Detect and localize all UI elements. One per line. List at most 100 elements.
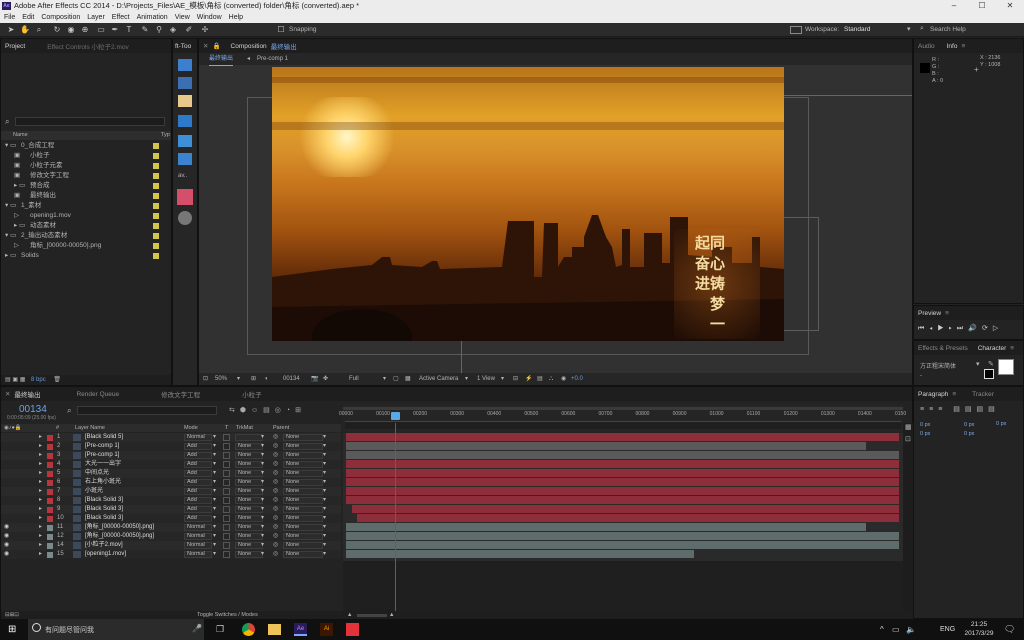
chevron-down-icon[interactable]: ▾ [213,550,216,559]
av-icon[interactable]: av.. [178,173,187,179]
layer-label-swatch[interactable] [47,552,53,558]
track-matte-select[interactable]: None [235,443,263,450]
preserve-transparency-checkbox[interactable] [223,461,230,468]
visibility-eye-icon[interactable]: ◉ [4,550,9,559]
fast-previews-icon[interactable]: ⚡ [525,373,532,385]
chevron-down-icon[interactable]: ▾ [323,541,326,550]
expand-layer-icon[interactable]: ▸ [39,532,42,541]
brush-tool-icon[interactable]: ✎ [140,25,150,35]
blend-mode-select[interactable]: Add [184,470,212,477]
chevron-down-icon[interactable]: ▾ [261,505,264,514]
fill-color-swatch[interactable] [998,359,1014,375]
blend-mode-select[interactable]: Normal [184,551,212,558]
visibility-eye-icon[interactable]: ◉ [4,541,9,550]
play-icon[interactable]: ▶ [937,325,948,332]
project-item-folder[interactable]: ▸ ▭ 动态素材 [1,221,171,231]
track-matte-select[interactable]: None [235,479,263,486]
justify-right-icon[interactable]: ▤ [977,406,989,413]
magnification-select[interactable]: 50% [215,373,227,385]
menu-help[interactable]: Help [229,12,243,23]
preserve-transparency-checkbox[interactable] [223,551,230,558]
puppet-tool-icon[interactable]: ✢ [200,25,210,35]
chevron-down-icon[interactable]: ▾ [323,550,326,559]
layer-name[interactable]: 中间点光 [85,469,109,478]
breadcrumb-final-output[interactable]: 最终输出 [209,53,234,66]
chevron-down-icon[interactable]: ▾ [323,433,326,442]
layer-duration-bar[interactable] [346,469,899,477]
timeline-search-input[interactable] [77,406,217,415]
pick-whip-icon[interactable]: ◎ [273,433,278,442]
blend-mode-select[interactable]: Add [184,488,212,495]
transparency-grid-icon[interactable]: ▦ [405,373,411,385]
layer-row[interactable]: ◉ ▸ 15 [opening1.mov] Normal ▾ None ▾ ◎ None ▾ [1,550,341,559]
layer-row[interactable]: ◉ ▸ 14 [小粒子2.mov] Normal ▾ None ▾ ◎ None ▾ [1,541,341,550]
expand-layer-icon[interactable]: ▸ [39,541,42,550]
project-item-comp[interactable]: ▣ 小粒子 [1,151,171,161]
tab-info[interactable]: Info [947,43,958,50]
frame-blend-icon[interactable]: ▤ [263,407,275,414]
folder-toggle-icon[interactable]: ▸ ▭ [14,181,25,191]
time-ruler[interactable]: 00000 00100 00200 00300 00400 00500 00600 00700… [339,404,906,432]
chevron-down-icon[interactable]: ▾ [501,373,504,385]
after-effects-taskbar-icon[interactable]: Ae [294,623,307,636]
chevron-down-icon[interactable]: ▾ [261,532,264,541]
layer-row[interactable]: ▸ 9 [Black Solid 3] Add ▾ None ▾ ◎ None ▾ [1,505,341,514]
layer-duration-bar[interactable] [346,460,899,468]
project-item-folder[interactable]: ▸ ▭ Solids [1,251,171,261]
preserve-transparency-checkbox[interactable] [223,524,230,531]
eraser-tool-icon[interactable]: ◈ [168,25,178,35]
tab-timeline-particles[interactable]: 小粒子 [242,389,262,399]
timeline-icon[interactable]: ▤ [537,373,543,385]
chevron-down-icon[interactable]: ▾ [261,469,264,478]
pick-whip-icon[interactable]: ◎ [273,550,278,559]
blend-mode-select[interactable]: Add [184,506,212,513]
parent-select[interactable]: None [283,515,323,522]
reset-exposure-icon[interactable]: ◉ [561,373,566,385]
system-clock[interactable]: 21:25 2017/3/29 [962,620,996,638]
blend-mode-select[interactable]: Add [184,452,212,459]
layer-duration-bar[interactable] [346,442,866,450]
last-frame-icon[interactable]: ⏭ [957,325,968,332]
parent-select[interactable]: None [283,506,323,513]
exposure-value[interactable]: +0.0 [571,373,583,385]
tab-timeline-text[interactable]: 修改文字工程 [161,389,200,399]
track-matte-select[interactable]: None [235,533,263,540]
track-matte-select[interactable]: None [235,542,263,549]
grid-icon[interactable] [178,115,192,127]
pick-whip-icon[interactable]: ◎ [273,460,278,469]
justify-all-icon[interactable]: ▤ [988,406,1000,413]
layer-row[interactable]: ▸ 8 [Black Solid 3] Add ▾ None ▾ ◎ None ▾ [1,496,341,505]
project-item-footage[interactable]: ▷ 角标_[00000-00050].png [1,241,171,251]
layer-duration-bar[interactable] [346,541,899,549]
chrome-icon[interactable] [242,623,255,636]
workspace-select[interactable]: Standard [844,26,914,33]
layer-name[interactable]: [Black Solid 5] [85,433,123,442]
tab-ft-tools[interactable]: ft-Too [175,43,191,50]
chevron-down-icon[interactable]: ▾ [323,451,326,460]
rectangle-tool-icon[interactable]: ▭ [96,25,106,35]
chevron-down-icon[interactable]: ▾ [261,550,264,559]
eyedropper-icon[interactable]: ✎ [988,360,994,368]
pick-whip-icon[interactable]: ◎ [273,442,278,451]
layer-row[interactable]: ▸ 4 大光一一出字 Add ▾ None ▾ ◎ None ▾ [1,460,341,469]
chevron-down-icon[interactable]: ▾ [323,514,326,523]
shy-icon[interactable]: ☺ [251,407,263,414]
chevron-down-icon[interactable]: ▾ [213,460,216,469]
folder-blue-icon[interactable] [178,59,192,71]
blend-mode-select[interactable]: Normal [184,542,212,549]
layer-duration-bar[interactable] [346,550,695,558]
loop-icon[interactable]: ⟳ [982,325,993,332]
preserve-transparency-checkbox[interactable] [223,488,230,495]
camera-tool-icon[interactable]: ◉ [66,25,76,35]
tab-paragraph[interactable]: Paragraph [918,391,948,398]
align-center-icon[interactable]: ≡ [929,406,938,413]
justify-left-icon[interactable]: ▤ [953,406,965,413]
left-indent-field[interactable]: 0 px [920,421,930,430]
right-indent-field[interactable]: 0 px [964,421,974,430]
chevron-down-icon[interactable]: ▾ [213,541,216,550]
layer-duration-bar[interactable] [346,496,899,504]
menu-edit[interactable]: Edit [22,12,34,23]
chevron-down-icon[interactable]: ▾ [237,373,240,385]
tab-effect-controls[interactable]: Effect Controls 小粒子2.mov [47,41,129,51]
microphone-icon[interactable]: 🎤 [192,624,202,633]
